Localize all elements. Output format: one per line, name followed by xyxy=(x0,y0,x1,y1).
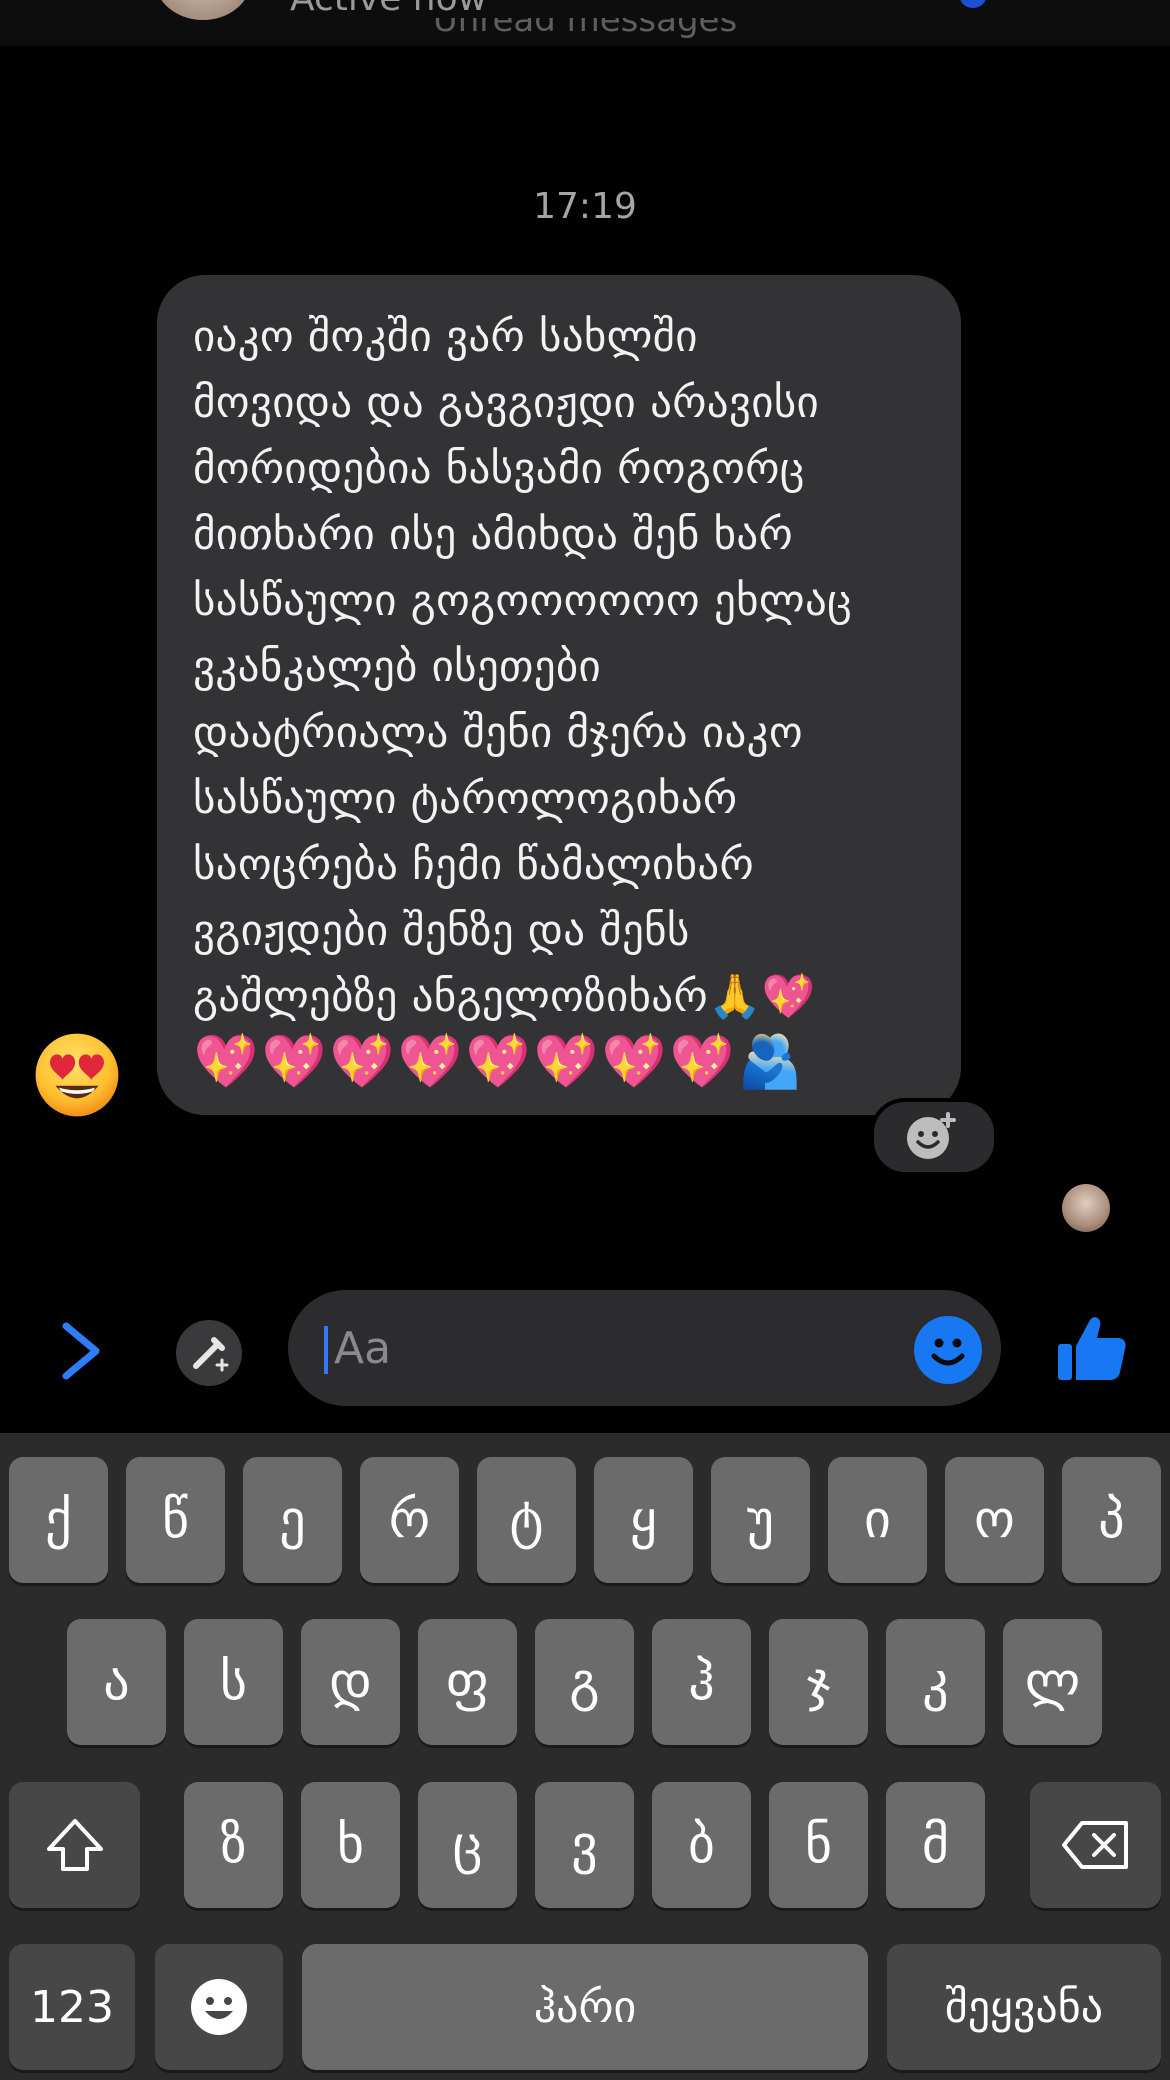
key-ქ[interactable]: ქ xyxy=(9,1457,108,1583)
key-ვ[interactable]: ვ xyxy=(535,1782,634,1908)
expand-actions-button[interactable] xyxy=(52,1318,112,1384)
add-reaction-icon xyxy=(907,1112,956,1159)
key-ნ[interactable]: ნ xyxy=(769,1782,868,1908)
emoji-icon xyxy=(191,1979,247,2035)
heart-eyes-reaction-icon[interactable] xyxy=(32,1030,122,1120)
text-caret xyxy=(324,1326,328,1374)
keyboard: ქ წ ე რ ტ ყ უ ი ო პ ა ს დ ფ გ ჰ ჯ კ ლ ზ ხ ც ვ ბ ნ მ 123 ჰარი შეყვანა xyxy=(0,1433,1170,2080)
emoji-row-item: 🫂 xyxy=(737,1031,803,1092)
key-წ[interactable]: წ xyxy=(126,1457,225,1583)
emoji-row-item: 💖 xyxy=(601,1031,667,1092)
key-ბ[interactable]: ბ xyxy=(652,1782,751,1908)
magic-wand-button[interactable] xyxy=(176,1320,242,1386)
key-უ[interactable]: უ xyxy=(711,1457,810,1583)
key-ხ[interactable]: ხ xyxy=(301,1782,400,1908)
key-ფ[interactable]: ფ xyxy=(418,1619,517,1745)
key-ლ[interactable]: ლ xyxy=(1003,1619,1102,1745)
key-ი[interactable]: ი xyxy=(828,1457,927,1583)
numbers-key[interactable]: 123 xyxy=(9,1944,135,2070)
emoji-picker-button[interactable] xyxy=(914,1316,982,1384)
key-რ[interactable]: რ xyxy=(360,1457,459,1583)
magic-wand-icon xyxy=(193,1337,229,1372)
return-key[interactable]: შეყვანა xyxy=(887,1944,1161,2070)
key-დ[interactable]: დ xyxy=(301,1619,400,1745)
message-emoji-row: 💖 💖 💖 💖 💖 💖 💖 💖 🫂 xyxy=(193,1026,803,1096)
key-ა[interactable]: ა xyxy=(67,1619,166,1745)
chevron-right-icon xyxy=(62,1322,100,1380)
contact-status: Active now xyxy=(290,0,487,19)
call-icon[interactable] xyxy=(960,0,986,8)
like-button[interactable] xyxy=(1054,1310,1130,1386)
key-პ[interactable]: პ xyxy=(1062,1457,1161,1583)
thumbs-up-icon xyxy=(1058,1317,1126,1380)
key-ჰ[interactable]: ჰ xyxy=(652,1619,751,1745)
message-text: იაკო შოკში ვარ სახლში მოვიდა და გავგიჟდი… xyxy=(193,312,852,1022)
emoji-row-item: 💖 xyxy=(669,1031,735,1092)
key-ს[interactable]: ს xyxy=(184,1619,283,1745)
shift-icon xyxy=(46,1819,103,1871)
contact-avatar[interactable] xyxy=(155,0,251,20)
key-ტ[interactable]: ტ xyxy=(477,1457,576,1583)
message-input[interactable] xyxy=(334,1318,894,1378)
emoji-row-item: 💖 xyxy=(261,1031,327,1092)
emoji-row-item: 💖 xyxy=(329,1031,395,1092)
unread-banner: Unread messages xyxy=(0,18,1170,58)
smile-icon xyxy=(931,1338,965,1366)
key-გ[interactable]: გ xyxy=(535,1619,634,1745)
emoji-row-item: 💖 xyxy=(193,1031,259,1092)
backspace-icon xyxy=(1061,1821,1128,1869)
shift-key[interactable] xyxy=(9,1782,140,1908)
emoji-row-item: 💖 xyxy=(533,1031,599,1092)
add-reaction-button[interactable] xyxy=(870,1098,998,1176)
key-კ[interactable]: კ xyxy=(886,1619,985,1745)
message-timestamp: 17:19 xyxy=(533,186,637,227)
key-ყ[interactable]: ყ xyxy=(594,1457,693,1583)
emoji-row-item: 💖 xyxy=(397,1031,463,1092)
key-მ[interactable]: მ xyxy=(886,1782,985,1908)
space-key[interactable]: ჰარი xyxy=(302,1944,868,2070)
emoji-row-item: 💖 xyxy=(465,1031,531,1092)
delete-key[interactable] xyxy=(1030,1782,1161,1908)
key-ც[interactable]: ც xyxy=(418,1782,517,1908)
key-ე[interactable]: ე xyxy=(243,1457,342,1583)
key-ჯ[interactable]: ჯ xyxy=(769,1619,868,1745)
unread-banner-label: Unread messages xyxy=(432,18,738,40)
key-ზ[interactable]: ზ xyxy=(184,1782,283,1908)
seen-receipt-avatar xyxy=(1062,1184,1110,1232)
emoji-key[interactable] xyxy=(155,1944,283,2070)
key-ო[interactable]: ო xyxy=(945,1457,1044,1583)
